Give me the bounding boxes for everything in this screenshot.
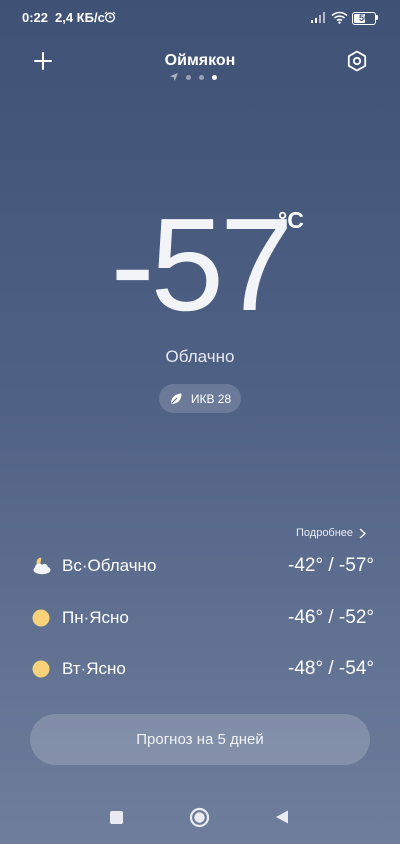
location-arrow-icon — [170, 73, 178, 81]
page-dot — [199, 74, 204, 80]
forecast-row: Вс·Облачно -42° / -57° — [30, 549, 374, 583]
page-dot-active — [212, 74, 217, 80]
settings-button[interactable] — [344, 48, 370, 74]
aqi-label: ИКВ 28 — [190, 391, 232, 406]
partly-cloudy-night-icon — [33, 557, 51, 575]
page-dot — [186, 74, 191, 80]
details-label: Подробнее — [296, 527, 354, 539]
leaf-icon — [170, 393, 182, 404]
sun-icon — [32, 609, 50, 627]
aqi-badge[interactable]: ИКВ 28 — [159, 384, 241, 413]
wifi-icon — [331, 11, 348, 24]
current-temperature: -57 — [110, 191, 294, 338]
battery-icon: 56 — [352, 12, 376, 25]
forecast-day-temps: -42° / -57° — [288, 555, 374, 576]
home-button[interactable] — [189, 807, 210, 828]
forecast-day-temps: -46° / -52° — [288, 607, 374, 628]
add-city-button[interactable] — [30, 48, 56, 74]
chevron-right-icon — [359, 528, 367, 538]
alarm-icon — [104, 11, 116, 23]
five-day-forecast-button[interactable]: Прогноз на 5 дней — [30, 714, 370, 765]
details-link[interactable]: Подробнее — [296, 527, 367, 539]
sun-icon — [32, 660, 50, 678]
recents-button[interactable] — [110, 811, 123, 824]
forecast-row: Пн·Ясно -46° / -52° — [30, 601, 374, 635]
city-name: Оймякон — [164, 52, 236, 69]
battery-tip — [376, 15, 378, 20]
current-condition: Облачно — [165, 347, 235, 366]
forecast-day-temps: -48° / -54° — [288, 658, 374, 679]
signal-icon — [311, 12, 325, 23]
temperature-unit: °C — [278, 207, 304, 233]
forecast-day-label: Вс·Облачно — [62, 556, 157, 575]
back-button[interactable] — [274, 809, 290, 825]
network-speed: 2,4 КБ/с — [55, 10, 105, 25]
forecast-row: Вт·Ясно -48° / -54° — [30, 652, 374, 686]
status-time: 0:22 — [22, 10, 49, 25]
forecast-day-label: Вт·Ясно — [62, 659, 126, 678]
page-indicator — [170, 73, 217, 81]
forecast-day-label: Пн·Ясно — [62, 608, 129, 627]
battery-level: 56 — [358, 13, 369, 23]
